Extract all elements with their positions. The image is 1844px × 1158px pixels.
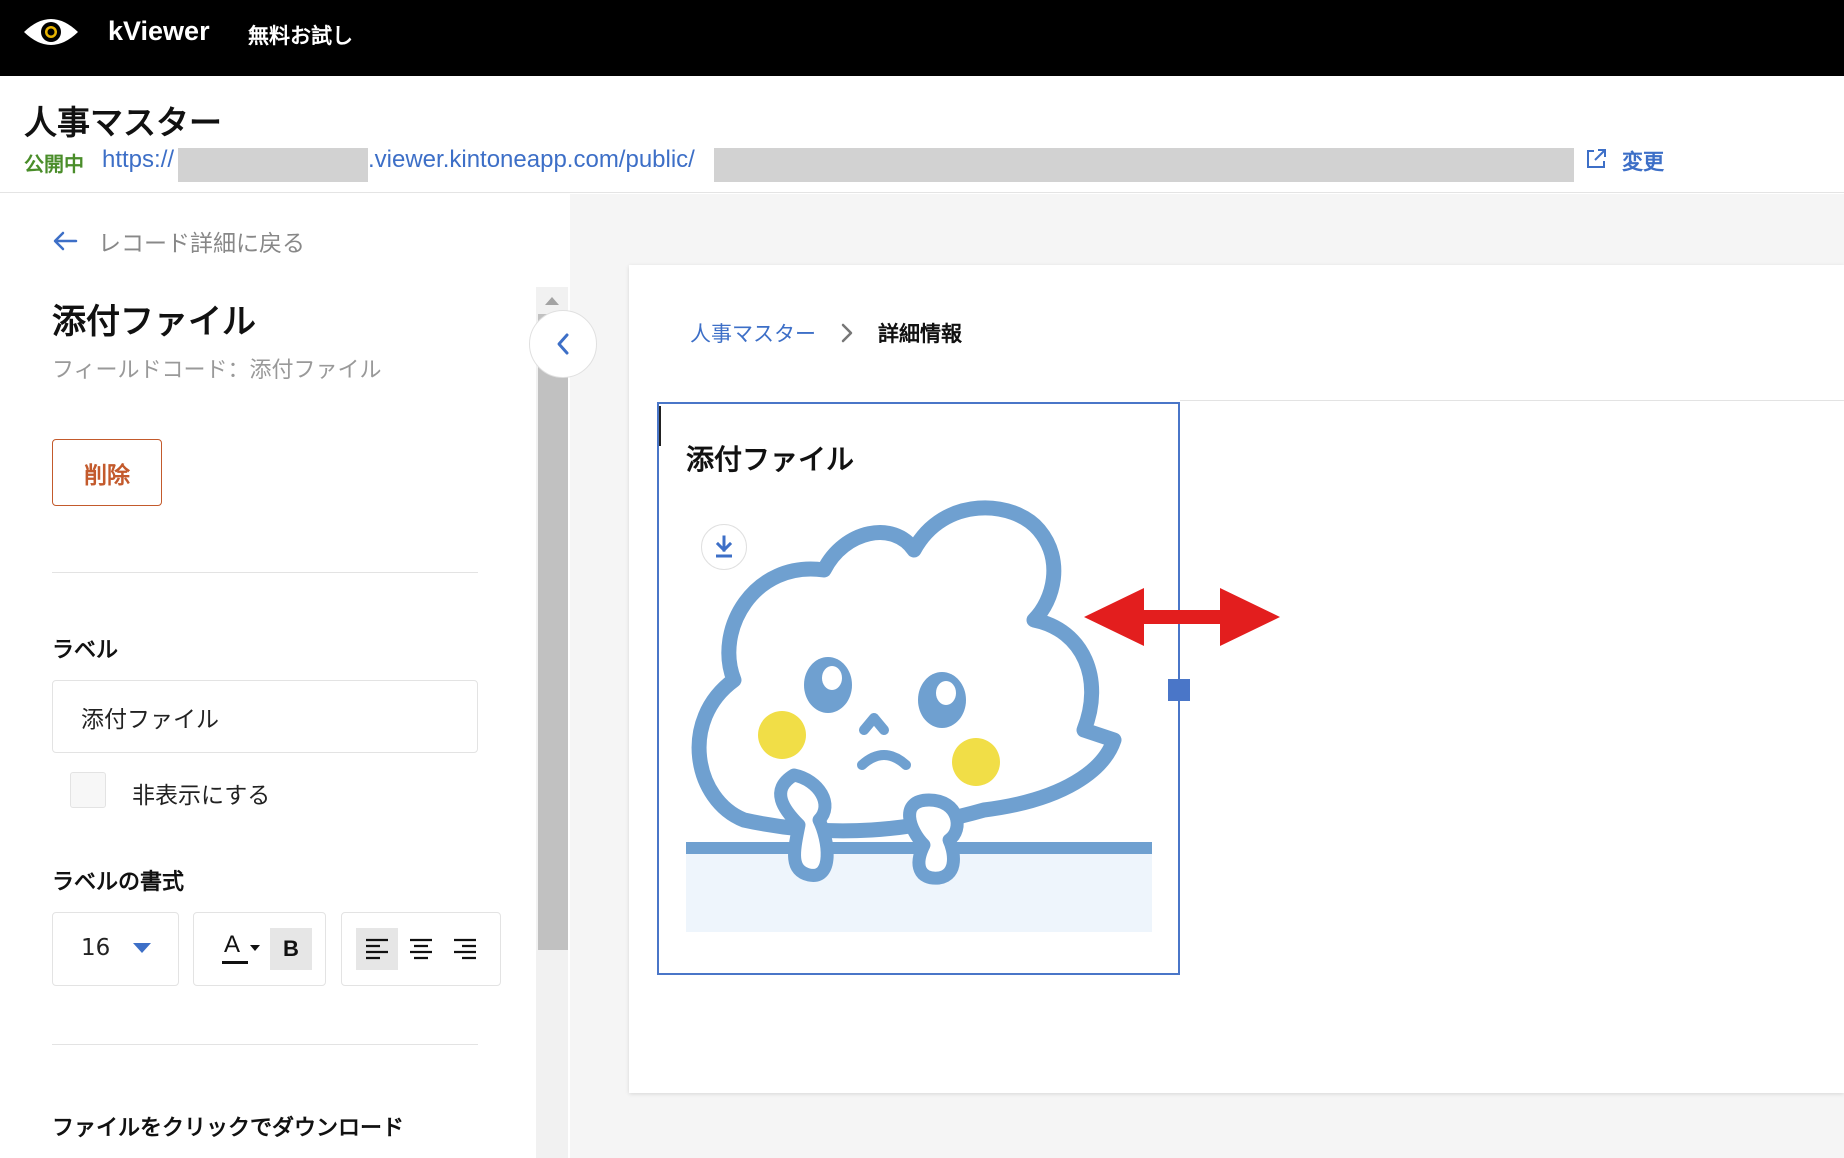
url-middle: .viewer.kintoneapp.com/public/	[368, 146, 695, 173]
url-redaction-mask	[714, 148, 1574, 182]
scrollbar-thumb[interactable]	[538, 314, 568, 950]
align-right-button[interactable]	[444, 928, 486, 970]
hide-checkbox-label: 非表示にする	[132, 783, 271, 809]
back-to-record-link[interactable]: レコード詳細に戻る	[52, 224, 305, 258]
chevron-down-icon	[133, 943, 151, 953]
font-color-icon: A	[222, 931, 260, 967]
cloud-character-image[interactable]	[684, 500, 1154, 940]
divider	[52, 572, 478, 573]
resize-double-arrow-icon	[1084, 588, 1280, 646]
external-link-icon[interactable]	[1584, 147, 1608, 171]
font-size-select[interactable]: 16	[52, 912, 179, 986]
url-prefix: https://	[102, 146, 175, 173]
hide-checkbox[interactable]	[70, 772, 106, 808]
download-icon	[715, 535, 733, 558]
align-right-icon	[454, 938, 476, 960]
download-option-heading: ファイルをクリックでダウンロード	[52, 1116, 405, 1141]
font-size-value: 16	[81, 935, 111, 961]
text-style-group: A B	[193, 912, 326, 986]
public-url[interactable]: https:// .viewer.kintoneapp.com/public/	[102, 146, 1662, 182]
collapse-panel-button[interactable]	[529, 310, 597, 378]
alignment-group	[341, 912, 501, 986]
free-trial-label: 無料お試し	[248, 24, 353, 48]
align-left-icon	[366, 938, 388, 960]
align-center-icon	[410, 938, 432, 960]
text-cursor	[659, 406, 661, 446]
arrow-left-icon	[53, 231, 78, 251]
label-section-heading: ラベル	[52, 638, 119, 663]
font-color-button[interactable]: A	[214, 928, 266, 970]
divider	[52, 1044, 478, 1045]
attachment-field-label: 添付ファイル	[686, 443, 855, 476]
url-redaction-mask	[178, 148, 368, 182]
chevron-right-icon	[841, 323, 853, 343]
field-code: フィールドコード：添付ファイル	[52, 358, 382, 383]
font-color-letter: A	[224, 931, 241, 958]
align-center-button[interactable]	[400, 928, 442, 970]
label-input[interactable]: 添付ファイル	[52, 680, 478, 753]
breadcrumb-parent-link[interactable]: 人事マスター	[690, 318, 816, 348]
align-left-button[interactable]	[356, 928, 398, 970]
field-title: 添付ファイル	[52, 302, 256, 342]
back-label: レコード詳細に戻る	[98, 231, 305, 257]
eye-logo-icon[interactable]	[22, 12, 80, 52]
bold-icon: B	[283, 936, 299, 961]
page-header: 人事マスター 公開中 https:// .viewer.kintoneapp.c…	[0, 76, 1844, 193]
download-button[interactable]	[701, 524, 747, 570]
bold-button[interactable]: B	[270, 928, 312, 970]
delete-button[interactable]: 削除	[52, 439, 162, 506]
divider	[1180, 400, 1844, 401]
top-bar: kViewer 無料お試し	[0, 0, 1844, 76]
publish-status-badge: 公開中	[24, 152, 84, 176]
change-url-link[interactable]: 変更	[1622, 146, 1664, 176]
page-title: 人事マスター	[24, 103, 222, 142]
breadcrumb-current: 詳細情報	[878, 322, 962, 346]
label-format-heading: ラベルの書式	[52, 870, 185, 895]
chevron-left-icon	[557, 333, 569, 355]
resize-handle[interactable]	[1168, 679, 1190, 701]
brand-name[interactable]: kViewer	[108, 16, 210, 47]
scroll-up-icon[interactable]	[545, 297, 559, 305]
settings-panel: レコード詳細に戻る 添付ファイル フィールドコード：添付ファイル 削除 ラベル …	[0, 194, 536, 1158]
breadcrumb: 人事マスター 詳細情報	[690, 318, 962, 348]
